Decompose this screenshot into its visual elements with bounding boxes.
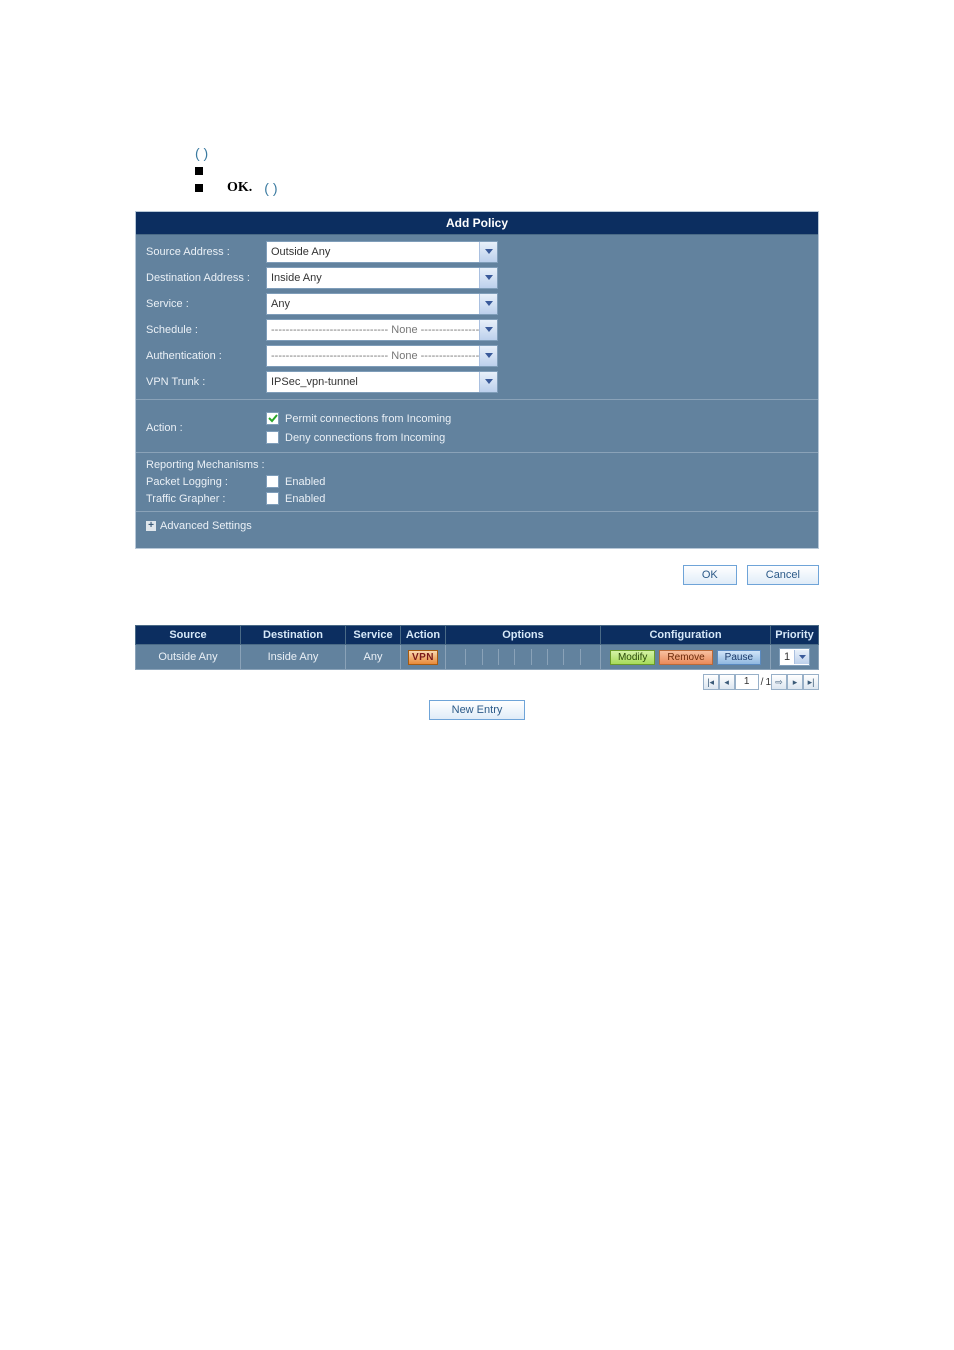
ok-button[interactable]: OK: [683, 565, 737, 585]
authentication-label: Authentication :: [146, 350, 266, 362]
cell-destination: Inside Any: [241, 645, 346, 670]
plus-icon: +: [146, 521, 156, 531]
col-destination: Destination: [241, 626, 346, 645]
option-slot: [498, 649, 514, 665]
pager-first-button[interactable]: |◂: [703, 674, 719, 690]
advanced-settings-toggle[interactable]: + Advanced Settings: [136, 512, 818, 548]
cell-source: Outside Any: [136, 645, 241, 670]
intro-paren-bottom: ( ): [264, 175, 277, 202]
permit-checkbox-row[interactable]: Permit connections from Incoming: [266, 412, 451, 425]
packet-logging-checkbox-row[interactable]: Enabled: [266, 475, 325, 488]
pager-prev-button[interactable]: ◂: [719, 674, 735, 690]
col-options: Options: [446, 626, 601, 645]
intro-paren-top: ( ): [195, 140, 208, 167]
option-slot: [563, 649, 579, 665]
pause-button[interactable]: Pause: [717, 650, 761, 665]
packet-logging-label: Packet Logging :: [146, 476, 266, 488]
traffic-grapher-checkbox[interactable]: [266, 492, 279, 505]
traffic-grapher-checkbox-row[interactable]: Enabled: [266, 492, 325, 505]
option-slot: [450, 649, 465, 665]
intro-ok-text: OK.: [227, 175, 252, 202]
policy-list: Source Destination Service Action Option…: [135, 625, 819, 720]
traffic-grapher-label: Traffic Grapher :: [146, 493, 266, 505]
intro-block: ( ) OK. ( ): [135, 140, 819, 201]
service-select[interactable]: Any: [266, 293, 498, 315]
option-slot: [531, 649, 547, 665]
col-service: Service: [346, 626, 401, 645]
chevron-down-icon: [794, 650, 809, 664]
remove-button[interactable]: Remove: [659, 650, 712, 665]
destination-address-label: Destination Address :: [146, 272, 266, 284]
pager: |◂ ◂ 1 / 1 ⇨ ▸ ▸|: [135, 674, 819, 690]
bullet-icon: [195, 167, 203, 175]
pager-sep: /: [759, 677, 766, 688]
pager-next-button[interactable]: ▸: [787, 674, 803, 690]
option-slot: [580, 649, 596, 665]
vpn-trunk-select[interactable]: IPSec_vpn-tunnel: [266, 371, 498, 393]
destination-address-select[interactable]: Inside Any: [266, 267, 498, 289]
service-label: Service :: [146, 298, 266, 310]
bullet-icon: [195, 184, 203, 192]
reporting-heading: Reporting Mechanisms :: [146, 459, 265, 471]
deny-checkbox[interactable]: [266, 431, 279, 444]
permit-label: Permit connections from Incoming: [285, 413, 451, 425]
deny-label: Deny connections from Incoming: [285, 432, 445, 444]
cell-options: [446, 645, 601, 670]
col-priority: Priority: [771, 626, 819, 645]
advanced-settings-label: Advanced Settings: [160, 520, 252, 532]
option-slot: [514, 649, 530, 665]
chevron-down-icon: [479, 320, 497, 340]
chevron-down-icon: [479, 268, 497, 288]
chevron-down-icon: [479, 242, 497, 262]
vpn-badge: VPN: [408, 650, 438, 665]
vpn-trunk-label: VPN Trunk :: [146, 376, 266, 388]
cell-priority: 1: [771, 645, 819, 670]
table-row: Outside Any Inside Any Any VPN: [136, 645, 819, 670]
chevron-down-icon: [479, 346, 497, 366]
col-action: Action: [401, 626, 446, 645]
packet-logging-checkbox[interactable]: [266, 475, 279, 488]
cell-configuration: Modify Remove Pause: [601, 645, 771, 670]
pager-last-button[interactable]: ▸|: [803, 674, 819, 690]
new-entry-button[interactable]: New Entry: [429, 700, 526, 720]
priority-select[interactable]: 1: [779, 648, 810, 666]
chevron-down-icon: [479, 294, 497, 314]
packet-logging-text: Enabled: [285, 476, 325, 488]
source-address-select[interactable]: Outside Any: [266, 241, 498, 263]
col-source: Source: [136, 626, 241, 645]
schedule-select[interactable]: -------------------------------- None --…: [266, 319, 498, 341]
cell-service: Any: [346, 645, 401, 670]
modify-button[interactable]: Modify: [610, 650, 655, 665]
deny-checkbox-row[interactable]: Deny connections from Incoming: [266, 431, 451, 444]
option-slot: [482, 649, 498, 665]
option-slot: [547, 649, 563, 665]
schedule-label: Schedule :: [146, 324, 266, 336]
chevron-down-icon: [479, 372, 497, 392]
add-policy-panel: Add Policy Source Address : Outside Any …: [135, 211, 819, 549]
traffic-grapher-text: Enabled: [285, 493, 325, 505]
col-configuration: Configuration: [601, 626, 771, 645]
option-slot: [465, 649, 481, 665]
permit-checkbox[interactable]: [266, 412, 279, 425]
pager-go-button[interactable]: ⇨: [771, 674, 787, 690]
authentication-select[interactable]: -------------------------------- None --…: [266, 345, 498, 367]
action-label: Action :: [146, 422, 266, 434]
panel-title: Add Policy: [136, 212, 818, 235]
pager-page-input[interactable]: 1: [735, 674, 759, 690]
cell-action: VPN: [401, 645, 446, 670]
cancel-button[interactable]: Cancel: [747, 565, 819, 585]
source-address-label: Source Address :: [146, 246, 266, 258]
